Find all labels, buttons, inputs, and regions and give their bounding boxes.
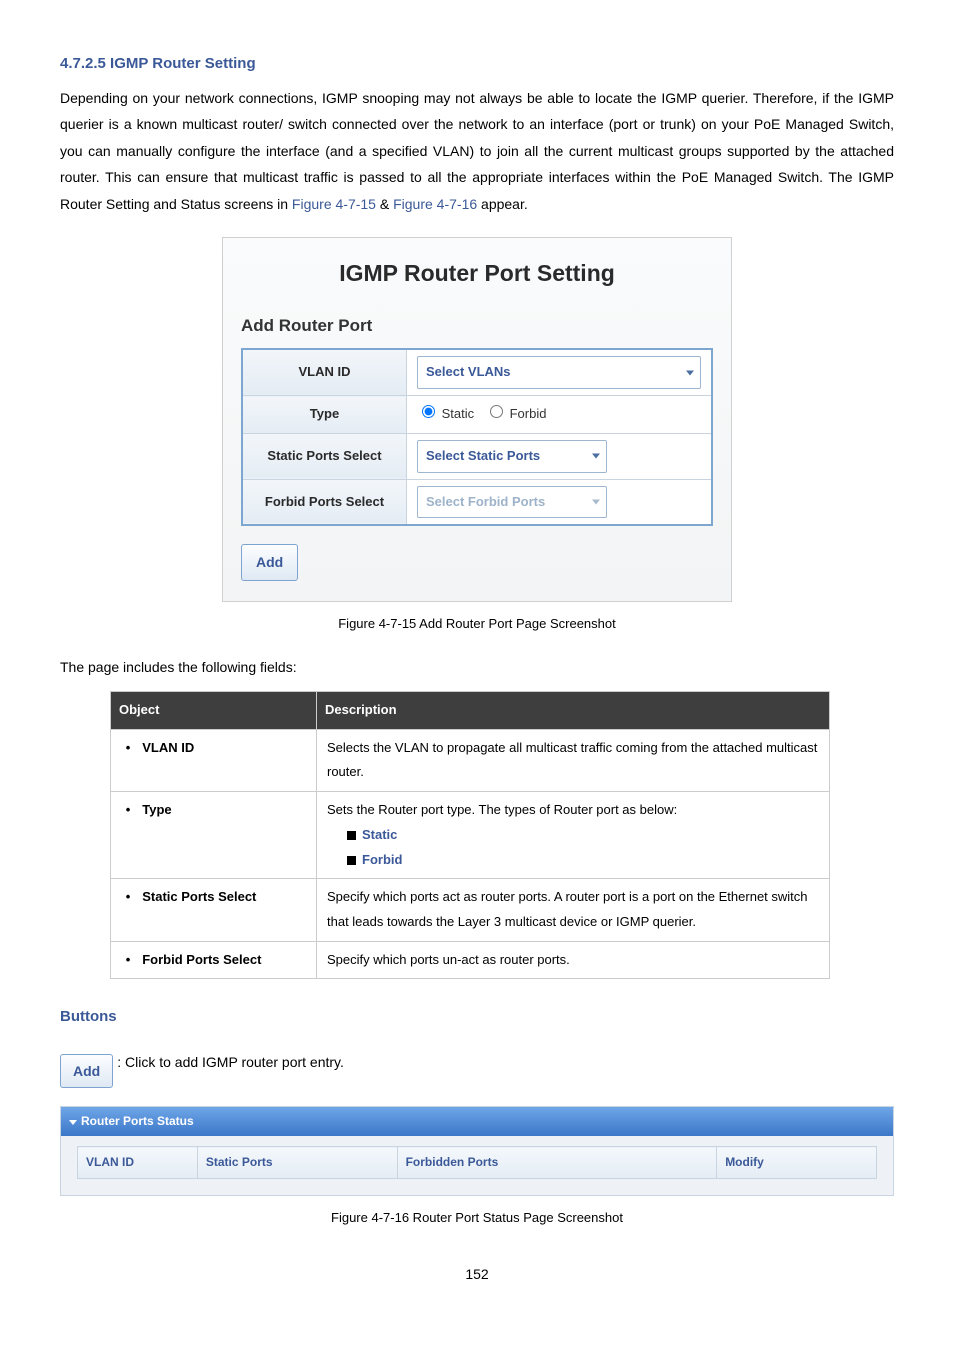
chevron-down-icon: [686, 370, 694, 375]
col-vlan-id: VLAN ID: [78, 1147, 198, 1179]
field-row-vlan-id: • VLAN ID Selects the VLAN to propagate …: [111, 729, 830, 791]
square-bullet-icon: [347, 831, 356, 840]
figure-ref-1[interactable]: Figure 4-7-15: [292, 196, 376, 212]
section-title: 4.7.2.5 IGMP Router Setting: [60, 50, 894, 79]
intro-paragraph: Depending on your network connections, I…: [60, 85, 894, 218]
intro-main: Depending on your network connections, I…: [60, 90, 894, 212]
radio-forbid[interactable]: Forbid: [485, 406, 546, 421]
field-name: Type: [142, 802, 171, 817]
vlan-id-select[interactable]: Select VLANs: [417, 356, 701, 389]
page-number: 152: [60, 1261, 894, 1288]
fields-intro: The page includes the following fields:: [60, 654, 894, 681]
caption-2: Figure 4-7-16 Router Port Status Page Sc…: [60, 1206, 894, 1231]
field-name: VLAN ID: [142, 740, 194, 755]
field-desc: Selects the VLAN to propagate all multic…: [317, 729, 830, 791]
field-desc: Sets the Router port type. The types of …: [327, 802, 677, 817]
row-vlan-id: VLAN ID Select VLANs: [242, 349, 712, 395]
panel-subtitle: Add Router Port: [241, 310, 713, 342]
caption-1-fig: Figure 4-7-15: [338, 616, 416, 631]
forbid-ports-select: Select Forbid Ports: [417, 486, 607, 519]
chevron-down-icon: [69, 1120, 77, 1125]
col-modify: Modify: [717, 1147, 877, 1179]
vlan-id-placeholder: Select VLANs: [426, 364, 511, 379]
field-sub-static: Static: [362, 827, 397, 842]
field-sub-forbid: Forbid: [362, 852, 402, 867]
fields-head-obj: Object: [111, 692, 317, 730]
static-ports-select[interactable]: Select Static Ports: [417, 440, 607, 473]
add-button-ref[interactable]: Add: [60, 1054, 113, 1089]
intro-tail: appear.: [477, 196, 528, 212]
field-row-static-ports: • Static Ports Select Specify which port…: [111, 879, 830, 941]
panel-title: IGMP Router Port Setting: [241, 252, 713, 296]
caption-2-fig: Figure 4-7-16: [331, 1210, 409, 1225]
field-name: Forbid Ports Select: [142, 952, 261, 967]
field-row-type: • Type Sets the Router port type. The ty…: [111, 792, 830, 879]
form-table: VLAN ID Select VLANs Type Static Forbid: [241, 348, 713, 526]
col-forbidden-ports: Forbidden Ports: [397, 1147, 717, 1179]
caption-2-text: Router Port Status Page Screenshot: [409, 1210, 623, 1225]
status-table: VLAN ID Static Ports Forbidden Ports Mod…: [77, 1146, 877, 1179]
square-bullet-icon: [347, 856, 356, 865]
status-head-text: Router Ports Status: [81, 1114, 194, 1128]
caption-1: Figure 4-7-15 Add Router Port Page Scree…: [60, 612, 894, 637]
static-ports-placeholder: Select Static Ports: [426, 448, 540, 463]
vlan-id-label: VLAN ID: [242, 349, 407, 395]
chevron-down-icon: [592, 454, 600, 459]
figure-ref-2[interactable]: Figure 4-7-16: [393, 196, 477, 212]
col-static-ports: Static Ports: [197, 1147, 397, 1179]
intro-sep: &: [376, 196, 393, 212]
field-desc: Specify which ports act as router ports.…: [317, 879, 830, 941]
field-name: Static Ports Select: [142, 889, 256, 904]
field-desc: Specify which ports un-act as router por…: [317, 941, 830, 979]
status-panel-header[interactable]: Router Ports Status: [61, 1107, 893, 1136]
static-ports-label: Static Ports Select: [242, 433, 407, 479]
fields-header-row: Object Description: [111, 692, 830, 730]
add-router-port-panel: IGMP Router Port Setting Add Router Port…: [222, 237, 732, 601]
add-button[interactable]: Add: [241, 544, 298, 581]
forbid-ports-label: Forbid Ports Select: [242, 479, 407, 525]
row-type: Type Static Forbid: [242, 396, 712, 434]
field-row-forbid-ports: • Forbid Ports Select Specify which port…: [111, 941, 830, 979]
fields-head-desc: Description: [317, 692, 830, 730]
add-button-desc: : Click to add IGMP router port entry.: [117, 1049, 344, 1076]
row-static-ports: Static Ports Select Select Static Ports: [242, 433, 712, 479]
router-ports-status-panel: Router Ports Status VLAN ID Static Ports…: [60, 1106, 894, 1196]
caption-1-text: Add Router Port Page Screenshot: [416, 616, 615, 631]
fields-table: Object Description • VLAN ID Selects the…: [110, 691, 830, 979]
buttons-heading: Buttons: [60, 1003, 894, 1032]
row-forbid-ports: Forbid Ports Select Select Forbid Ports: [242, 479, 712, 525]
chevron-down-icon: [592, 499, 600, 504]
type-label: Type: [242, 396, 407, 434]
forbid-ports-placeholder: Select Forbid Ports: [426, 494, 545, 509]
radio-static[interactable]: Static: [417, 406, 474, 421]
